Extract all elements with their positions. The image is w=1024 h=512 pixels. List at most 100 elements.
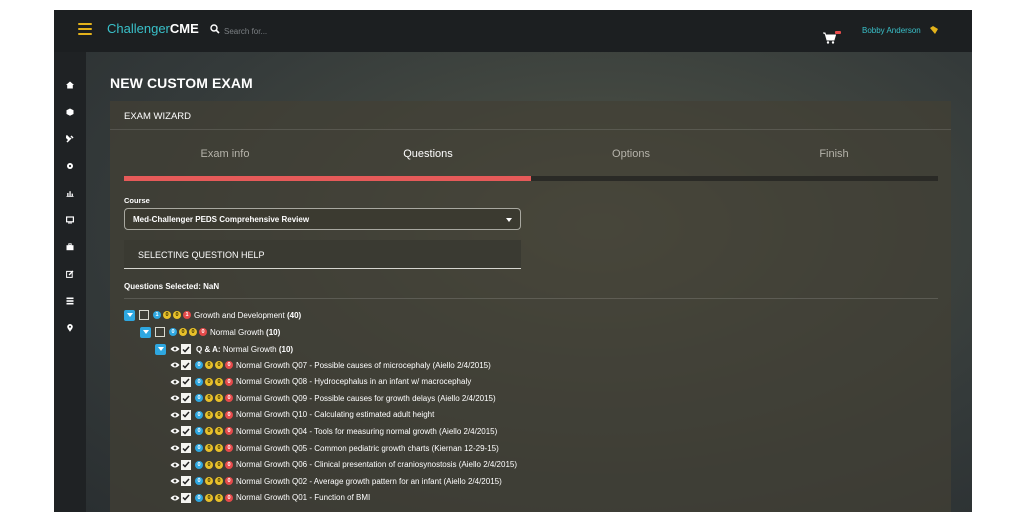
edit-icon[interactable] xyxy=(62,266,78,282)
eye-icon[interactable] xyxy=(170,427,180,435)
briefcase-icon[interactable] xyxy=(62,239,78,255)
tree-prefix: Q & A: xyxy=(196,344,221,354)
checkbox[interactable] xyxy=(155,327,165,337)
eye-icon[interactable] xyxy=(170,345,180,353)
brand-name: Challenger xyxy=(107,21,170,36)
step-exam-info[interactable]: Exam info xyxy=(125,148,325,160)
eye-icon[interactable] xyxy=(170,394,180,402)
question-row[interactable]: 0 0 0 0 Normal Growth Q06 - Clinical present… xyxy=(170,458,517,472)
question-row[interactable]: 0 0 0 0 Normal Growth Q10 - Calculating esti… xyxy=(170,408,434,422)
course-label: Course xyxy=(124,196,150,205)
question-label[interactable]: Normal Growth Q02 - Average growth patte… xyxy=(236,477,502,486)
badge-yellow: 0 xyxy=(215,410,223,419)
brand-logo[interactable]: ChallengerCME xyxy=(107,21,199,36)
question-label[interactable]: Normal Growth Q01 - Function of BMI xyxy=(236,493,370,502)
question-row[interactable]: 0 0 0 0 Normal Growth Q05 - Common pediatric… xyxy=(170,441,499,455)
location-pin-icon[interactable] xyxy=(62,320,78,336)
checkbox-checked[interactable] xyxy=(181,393,191,404)
question-row[interactable]: 0 0 0 0 Normal Growth Q08 - Hydrocephalus in… xyxy=(170,375,471,389)
checkbox-checked[interactable] xyxy=(181,409,191,420)
wizard-progress-fill xyxy=(124,176,531,181)
badge-red: 0 xyxy=(199,328,207,336)
course-select[interactable]: Med-Challenger PEDS Comprehensive Review xyxy=(124,208,521,230)
badge-yellow: 0 xyxy=(205,460,213,469)
badge-yellow: 0 xyxy=(173,311,181,319)
grid-icon[interactable] xyxy=(62,293,78,309)
eye-icon[interactable] xyxy=(170,494,180,502)
tree-label: Q & A: Normal Growth (10) xyxy=(196,345,293,354)
search-icon[interactable] xyxy=(210,24,220,34)
collapse-icon[interactable] xyxy=(124,309,135,321)
box-icon[interactable] xyxy=(62,104,78,120)
checkbox-checked[interactable] xyxy=(181,376,191,387)
checkbox-checked[interactable] xyxy=(181,344,191,354)
checkbox-checked[interactable] xyxy=(181,492,191,503)
course-selected-value: Med-Challenger PEDS Comprehensive Review xyxy=(133,215,310,224)
badge-yellow: 0 xyxy=(163,311,171,319)
question-help-panel[interactable]: SELECTING QUESTION HELP xyxy=(124,240,521,269)
checkbox[interactable] xyxy=(139,310,149,320)
collapse-icon[interactable] xyxy=(155,343,166,355)
question-label[interactable]: Normal Growth Q08 - Hydrocephalus in an … xyxy=(236,377,471,386)
question-label[interactable]: Normal Growth Q10 - Calculating estimate… xyxy=(236,410,434,419)
question-label[interactable]: Normal Growth Q04 - Tools for measuring … xyxy=(236,427,497,436)
badge-yellow: 0 xyxy=(205,377,213,386)
page-title: NEW CUSTOM EXAM xyxy=(110,75,253,91)
checkbox-checked[interactable] xyxy=(181,459,191,470)
hamburger-menu-icon[interactable] xyxy=(78,23,92,35)
gear-icon[interactable] xyxy=(62,158,78,174)
help-panel-title: SELECTING QUESTION HELP xyxy=(138,250,265,260)
badge-blue: 0 xyxy=(195,460,203,469)
monitor-icon[interactable] xyxy=(62,212,78,228)
eye-icon[interactable] xyxy=(170,411,180,419)
step-options[interactable]: Options xyxy=(531,148,731,160)
badge-red: 0 xyxy=(225,377,233,386)
badge-blue: 0 xyxy=(195,394,203,403)
cart-badge xyxy=(835,31,841,34)
search-input[interactable] xyxy=(224,23,404,39)
tools-icon[interactable] xyxy=(62,131,78,147)
step-questions[interactable]: Questions xyxy=(328,148,528,160)
eye-icon[interactable] xyxy=(170,378,180,386)
tree-count: (10) xyxy=(266,327,281,337)
tree-row-section: 0 0 0 0 Normal Growth (10) xyxy=(140,325,280,339)
eye-icon[interactable] xyxy=(170,444,180,452)
badge-yellow: 0 xyxy=(205,361,213,369)
question-row[interactable]: 0 0 0 0 Normal Growth Q01 - Function of BMI xyxy=(170,491,370,505)
tree-label: Growth and Development (40) xyxy=(194,311,301,320)
step-finish[interactable]: Finish xyxy=(734,148,934,160)
checkbox-checked[interactable] xyxy=(181,426,191,437)
tree-row-root: 1 0 0 1 Growth and Development (40) xyxy=(124,308,301,322)
badge-red: 0 xyxy=(225,361,233,369)
exam-wizard-card: EXAM WIZARD Exam info Questions Options … xyxy=(110,101,951,512)
collapse-icon[interactable] xyxy=(140,326,151,338)
sidebar xyxy=(54,52,86,512)
question-label[interactable]: Normal Growth Q07 - Possible causes of m… xyxy=(236,361,491,370)
eye-icon[interactable] xyxy=(170,477,180,485)
tree-count: (10) xyxy=(278,344,294,354)
tag-icon[interactable] xyxy=(930,26,938,34)
checkbox-checked[interactable] xyxy=(181,360,191,370)
app-window: ChallengerCME Bobby Anderson NEW CUSTOM … xyxy=(54,10,972,512)
question-label[interactable]: Normal Growth Q09 - Possible causes for … xyxy=(236,394,496,403)
user-menu[interactable]: Bobby Anderson xyxy=(862,26,921,35)
question-label[interactable]: Normal Growth Q05 - Common pediatric gro… xyxy=(236,444,499,453)
question-row[interactable]: 0 0 0 0 Normal Growth Q02 - Average growth p… xyxy=(170,474,502,488)
badge-yellow: 0 xyxy=(205,477,213,486)
checkbox-checked[interactable] xyxy=(181,443,191,453)
badge-yellow: 0 xyxy=(215,377,223,386)
badge-red: 0 xyxy=(225,444,233,452)
question-label[interactable]: Normal Growth Q06 - Clinical presentatio… xyxy=(236,460,517,469)
question-row[interactable]: 0 0 0 0 Normal Growth Q04 - Tools for measur… xyxy=(170,424,497,438)
home-icon[interactable] xyxy=(62,77,78,93)
eye-icon[interactable] xyxy=(170,361,180,369)
wizard-title: EXAM WIZARD xyxy=(124,111,192,122)
badge-yellow: 0 xyxy=(179,328,187,336)
chart-icon[interactable] xyxy=(62,185,78,201)
checkbox-checked[interactable] xyxy=(181,476,191,487)
eye-icon[interactable] xyxy=(170,461,180,469)
badge-yellow: 0 xyxy=(215,427,223,436)
question-row[interactable]: 0 0 0 0 Normal Growth Q09 - Possible causes … xyxy=(170,391,496,405)
question-row[interactable]: 0 0 0 0 Normal Growth Q07 - Possible causes … xyxy=(170,358,491,372)
tree-label: Normal Growth (10) xyxy=(210,328,280,337)
